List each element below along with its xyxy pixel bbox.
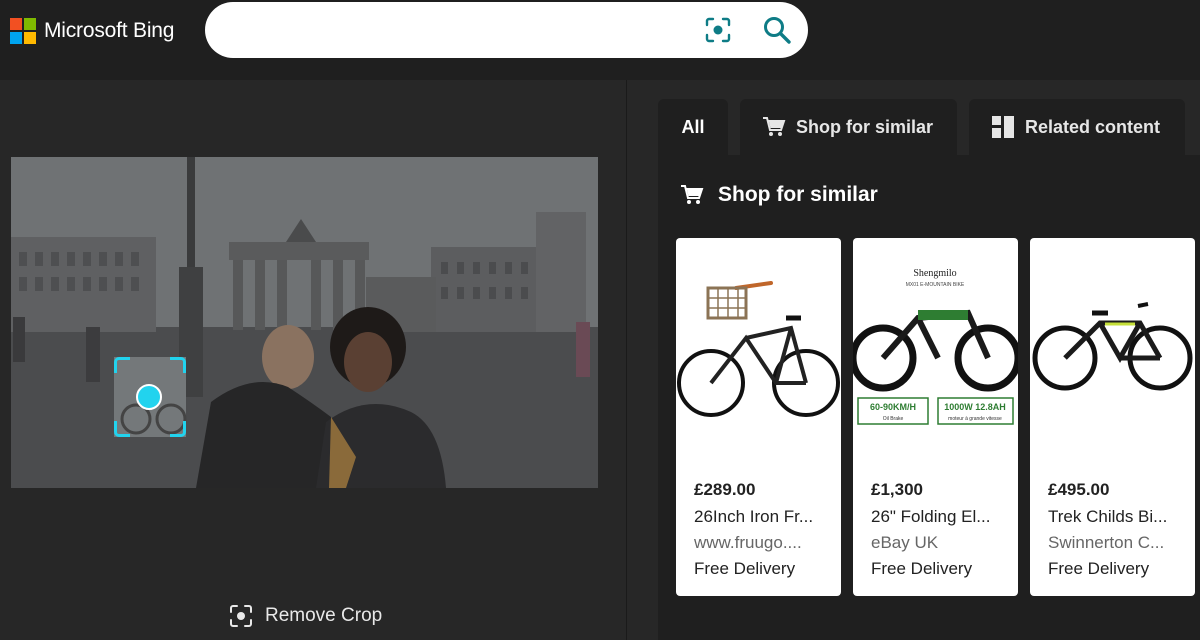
product-name: Trek Childs Bi... [1048,507,1168,526]
bing-logo[interactable]: Microsoft Bing [10,18,174,44]
product-store: eBay UK [871,533,939,552]
product-image-trek-bike [1030,258,1195,448]
tab-all[interactable]: All [658,99,728,155]
cart-icon [681,185,704,204]
results-tabs: All Shop for similar Related content [658,99,1185,155]
product-delivery: Free Delivery [1048,559,1150,578]
remove-crop-label: Remove Crop [265,605,383,626]
image-text-speed: 60-90KM/H [870,402,916,412]
section-title-label: Shop for similar [718,183,878,206]
tab-related-label: Related content [1025,116,1161,137]
product-card[interactable]: £495.00 Trek Childs Bi... Swinnerton C..… [1030,238,1195,596]
product-name: 26" Folding El... [871,507,991,526]
top-header: Microsoft Bing [0,0,1200,80]
tab-shop-for-similar[interactable]: Shop for similar [740,99,957,155]
product-price: £289.00 [694,480,756,499]
product-store: www.fruugo.... [694,533,802,552]
image-text-brand: Shengmilo [913,268,956,279]
product-card[interactable]: £289.00 26Inch Iron Fr... www.fruugo....… [676,238,841,596]
section-title: Shop for similar [680,183,878,207]
crop-icon [230,605,252,627]
product-delivery: Free Delivery [871,559,973,578]
product-delivery: Free Delivery [694,559,796,578]
tab-all-label: All [681,116,705,137]
logo-text: Microsoft Bing [44,19,175,42]
product-price: £1,300 [871,480,923,499]
search-box [205,2,808,58]
tab-shop-label: Shop for similar [796,116,934,137]
image-text-brake: Oil Brake [883,416,904,422]
product-name: 26Inch Iron Fr... [694,507,814,526]
search-icon[interactable] [761,14,793,46]
product-image-ebike: Shengmilo MX01 E-MOUNTAIN BIKE 60-90KM/H… [853,258,1018,448]
uploaded-photo [11,157,598,488]
cart-icon [763,117,786,136]
grid-icon [992,116,1014,138]
product-image-bike [676,258,841,448]
search-input[interactable] [229,16,679,44]
remove-crop-button[interactable]: Remove Crop [229,604,382,628]
tab-related-content[interactable]: Related content [969,99,1185,155]
product-price: £495.00 [1048,480,1110,499]
image-text-motor: moteur à grande vitesse [948,416,1002,422]
results-panel: Shop for similar £289.00 26Inch Iron Fr.… [658,155,1200,640]
visual-search-hotspot[interactable] [136,384,162,410]
microsoft-logo-icon [10,18,36,44]
product-store: Swinnerton C... [1048,533,1165,552]
product-card[interactable]: Shengmilo MX01 E-MOUNTAIN BIKE 60-90KM/H… [853,238,1018,596]
image-text-model: MX01 E-MOUNTAIN BIKE [906,282,965,288]
image-text-power: 1000W 12.8AH [944,402,1006,412]
visual-search-icon[interactable] [704,16,732,44]
